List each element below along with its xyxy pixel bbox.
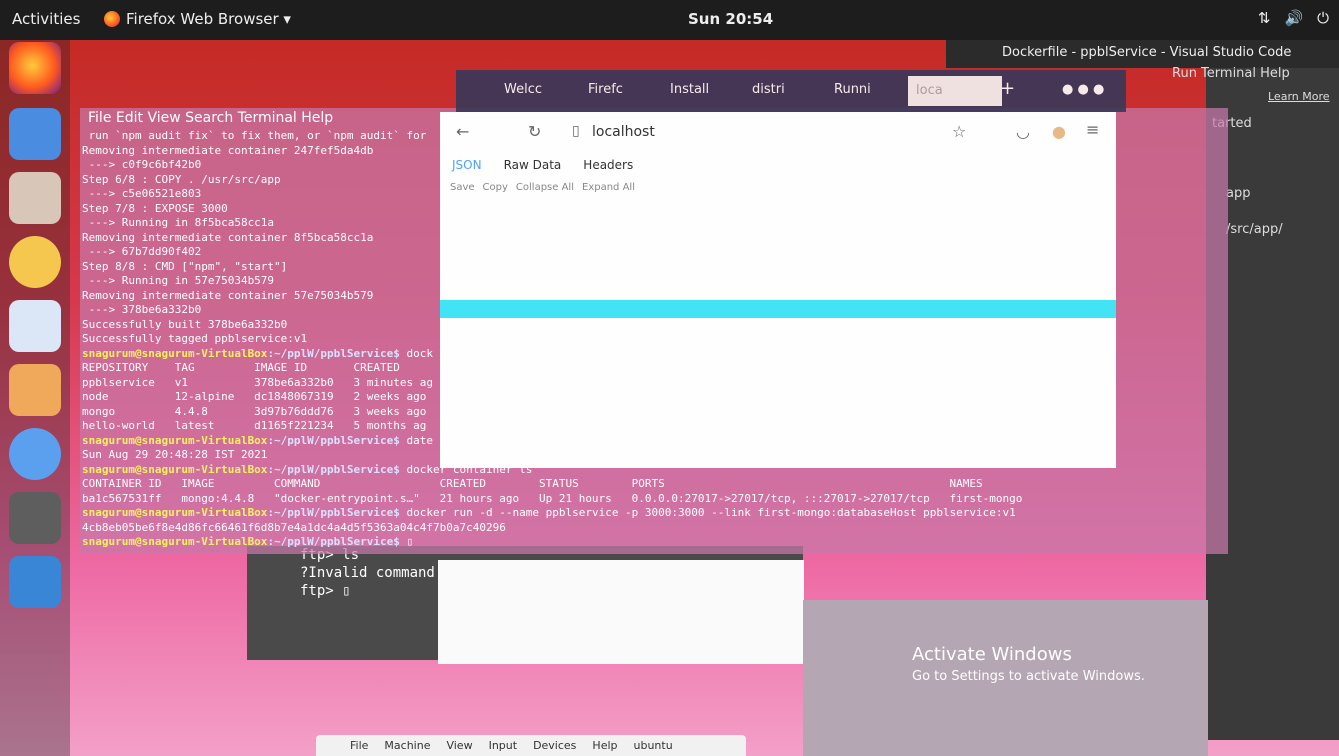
tab-running[interactable]: Runni [834, 82, 871, 97]
blank-pane [438, 560, 804, 664]
software-dock-icon[interactable] [9, 364, 61, 416]
tab-localhost[interactable]: loca [908, 76, 1002, 106]
writer-dock-icon[interactable] [9, 300, 61, 352]
command-text: date [399, 433, 434, 447]
terminal-line: CONTAINER ID IMAGE COMMAND CREATED STATU… [82, 477, 983, 490]
top-bar: Activities Firefox Web Browser ▾ Sun 20:… [0, 0, 1339, 40]
terminal-line: 4cb8eb05be6f8e4d86fc66461f6d8b7e4a1dc4a4… [82, 520, 506, 534]
account-icon[interactable]: ● [1052, 122, 1066, 141]
network-icon[interactable]: ⇅ [1258, 9, 1271, 27]
expand-all-button[interactable]: Expand All [582, 182, 635, 193]
vscode-title-bar: Dockerfile - ppblService - Visual Studio… [946, 40, 1339, 68]
prompt-path: :~/pplW/ppblService$ [267, 346, 400, 360]
bookmark-star-icon[interactable]: ☆ [952, 122, 966, 141]
firefox-toolbar: ← ↻ ▯ localhost ☆ ◡ ● ≡ [440, 112, 1116, 154]
firefox-dock-icon[interactable] [9, 42, 61, 94]
json-row-highlight [440, 300, 1116, 318]
prompt-user: snagurum@snagurum-VirtualBox [82, 462, 268, 476]
collapse-all-button[interactable]: Collapse All [516, 182, 574, 193]
window-controls-icon[interactable]: ● ● ● [1062, 82, 1104, 97]
prompt-user: snagurum@snagurum-VirtualBox [82, 433, 268, 447]
learn-more-link[interactable]: Learn More [1268, 90, 1330, 103]
tab-welcome[interactable]: Welcc [504, 82, 542, 97]
vscode-menu-items[interactable]: Run Terminal Help [1172, 66, 1290, 81]
rhythmbox-dock-icon[interactable] [9, 236, 61, 288]
save-button[interactable]: Save [450, 182, 475, 193]
vbox-menu-input[interactable]: Input [489, 739, 517, 752]
firefox-icon [104, 11, 120, 27]
terminal-prompt-line: snagurum@snagurum-VirtualBox:~/pplW/ppbl… [82, 506, 1022, 521]
prompt-path: :~/pplW/ppblService$ [267, 433, 400, 447]
power-icon[interactable]: ⏻ [1317, 9, 1329, 27]
prompt-user: snagurum@snagurum-VirtualBox [82, 346, 268, 360]
system-tray[interactable]: ⇅ 🔊 ⏻ [1258, 9, 1329, 27]
tab-distri[interactable]: distri [752, 82, 785, 97]
terminal-prompt-line[interactable]: snagurum@snagurum-VirtualBox:~/pplW/ppbl… [82, 535, 1022, 550]
clock[interactable]: Sun 20:54 [688, 10, 773, 28]
back-icon[interactable]: ← [456, 122, 469, 141]
terminal-cursor[interactable]: ▯ [400, 535, 414, 548]
json-viewer-tabs: JSON Raw Data Headers [452, 158, 633, 172]
pocket-icon[interactable]: ◡ [1016, 122, 1030, 141]
firefox-content: ← ↻ ▯ localhost ☆ ◡ ● ≡ JSON Raw Data He… [440, 112, 1116, 468]
reload-icon[interactable]: ↻ [528, 122, 541, 141]
vscode-app-text: app [1226, 186, 1251, 201]
new-tab-icon[interactable]: + [1000, 78, 1015, 99]
vbox-menu-help[interactable]: Help [592, 739, 617, 752]
files-dock-icon[interactable] [9, 172, 61, 224]
prompt-path: :~/pplW/ppblService$ [267, 462, 400, 476]
menu-icon[interactable]: ≡ [1086, 120, 1099, 139]
vbox-vm-name: ubuntu [633, 739, 673, 752]
virtualbox-menu-bar: File Machine View Input Devices Help ubu… [316, 735, 746, 756]
thunderbird-dock-icon[interactable] [9, 108, 61, 160]
ftp-line: ftp> ▯ [300, 583, 351, 599]
vscode-title: Dockerfile - ppblService - Visual Studio… [1002, 45, 1292, 60]
prompt-path: :~/pplW/ppblService$ [267, 535, 400, 548]
url-bar[interactable]: localhost [592, 124, 655, 140]
vscode-menu[interactable]: Run Terminal Help Learn More [1150, 66, 1339, 103]
json-actions: Save Copy Collapse All Expand All [450, 182, 635, 193]
copy-button[interactable]: Copy [483, 182, 508, 193]
app-menu[interactable]: Firefox Web Browser ▾ [104, 10, 291, 28]
firefox-tab-bar: Welcc Firefc Install distri Runni loca +… [456, 70, 1126, 112]
volume-icon[interactable]: 🔊 [1284, 9, 1303, 27]
vbox-menu-machine[interactable]: Machine [384, 739, 430, 752]
ftp-line: ?Invalid command [300, 565, 435, 581]
tab-install[interactable]: Install [670, 82, 709, 97]
activate-subtitle: Go to Settings to activate Windows. [912, 669, 1145, 684]
vbox-menu-file[interactable]: File [350, 739, 368, 752]
vbox-menu-view[interactable]: View [446, 739, 472, 752]
dock [0, 40, 70, 756]
prompt-user: snagurum@snagurum-VirtualBox [82, 506, 268, 519]
terminal-dock-icon[interactable] [9, 492, 61, 544]
page-icon: ▯ [572, 123, 580, 139]
vbox-menu-devices[interactable]: Devices [533, 739, 576, 752]
command-text: docker run -d --name ppblservice -p 3000… [399, 506, 1016, 519]
terminal-menu-bar[interactable]: File Edit View Search Terminal Help [88, 110, 333, 126]
help-dock-icon[interactable] [9, 428, 61, 480]
vscode-dock-icon[interactable] [9, 556, 61, 608]
tab-raw-data[interactable]: Raw Data [504, 158, 562, 172]
tab-json[interactable]: JSON [452, 158, 482, 172]
terminal-line: ba1c567531ff mongo:4.4.8 "docker-entrypo… [82, 491, 1023, 505]
tab-headers[interactable]: Headers [583, 158, 633, 172]
activate-windows-watermark: Activate Windows Go to Settings to activ… [912, 644, 1145, 684]
vscode-src-text: /src/app/ [1226, 222, 1283, 237]
ftp-output: ftp> ls ?Invalid command ftp> ▯ [300, 546, 435, 600]
prompt-user: snagurum@snagurum-VirtualBox [82, 535, 268, 548]
command-text: dock [399, 346, 434, 360]
app-menu-label: Firefox Web Browser ▾ [126, 10, 291, 28]
activities-button[interactable]: Activities [12, 10, 80, 28]
prompt-path: :~/pplW/ppblService$ [267, 506, 400, 519]
activate-title: Activate Windows [912, 644, 1072, 665]
tab-firefox[interactable]: Firefc [588, 82, 623, 97]
